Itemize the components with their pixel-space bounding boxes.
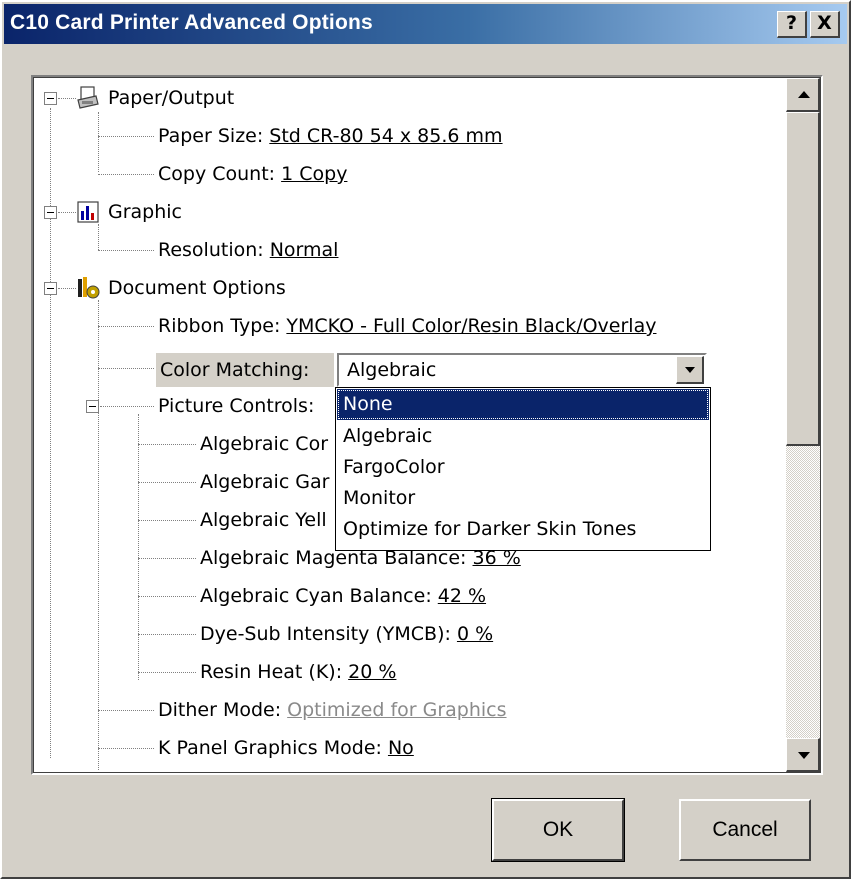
options-tree[interactable]: Paper/Output Paper Size: Std CR-80 54 x … [34, 78, 820, 772]
option-algebraic[interactable]: Algebraic [337, 421, 709, 452]
arrow-up-icon [798, 91, 810, 98]
vertical-scrollbar[interactable] [786, 78, 820, 772]
cyan-balance-label: Algebraic Cyan Balance: [200, 585, 438, 607]
tree-line [100, 406, 154, 407]
paper-size-label: Paper Size: [158, 125, 270, 147]
color-matching-select[interactable]: Algebraic [337, 353, 707, 387]
resin-heat-label: Resin Heat (K): [200, 661, 349, 683]
dither-mode-label: Dither Mode: [158, 699, 288, 721]
help-button[interactable]: ? [777, 11, 807, 38]
dither-mode-setting[interactable]: Dither Mode: Optimized for Graphics [158, 695, 507, 725]
option-monitor[interactable]: Monitor [337, 483, 709, 514]
k-panel-mode-value[interactable]: No [388, 737, 414, 759]
resin-heat-value[interactable]: 20 % [348, 661, 396, 683]
collapse-toggle[interactable] [44, 282, 57, 295]
tree-line [98, 224, 99, 250]
window-title: C10 Card Printer Advanced Options [10, 11, 373, 34]
options-tree-frame: Paper/Output Paper Size: Std CR-80 54 x … [31, 75, 823, 775]
resolution-value[interactable]: Normal [270, 239, 339, 261]
advanced-options-dialog: C10 Card Printer Advanced Options ? X Pa… [0, 0, 851, 879]
tree-line [98, 710, 154, 711]
tree-line [98, 368, 154, 369]
tree-line [58, 288, 76, 289]
title-bar[interactable]: C10 Card Printer Advanced Options ? X [4, 4, 847, 44]
tree-line [138, 444, 196, 445]
k-panel-mode-setting[interactable]: K Panel Graphics Mode: No [158, 733, 414, 763]
resolution-label: Resolution: [158, 239, 270, 261]
chevron-down-icon [685, 367, 695, 373]
document-options-icon [78, 277, 100, 299]
close-button[interactable]: X [810, 11, 840, 38]
arrow-down-icon [798, 752, 810, 759]
tree-line [138, 558, 196, 559]
tree-line [98, 300, 99, 770]
k-panel-mode-label: K Panel Graphics Mode: [158, 737, 388, 759]
dropdown-button[interactable] [676, 356, 704, 384]
ribbon-type-label: Ribbon Type: [158, 315, 287, 337]
option-none[interactable]: None [337, 389, 709, 420]
node-document-options[interactable]: Document Options [108, 273, 286, 303]
ribbon-type-value[interactable]: YMCKO - Full Color/Resin Black/Overlay [286, 315, 656, 337]
algebraic-gamma-setting[interactable]: Algebraic Gar [200, 467, 329, 497]
tree-line [98, 748, 154, 749]
scroll-thumb[interactable] [786, 112, 820, 446]
cyan-balance-setting[interactable]: Algebraic Cyan Balance: 42 % [200, 581, 486, 611]
node-paper-output[interactable]: Paper/Output [108, 83, 234, 113]
tree-line [138, 596, 196, 597]
paper-size-value[interactable]: Std CR-80 54 x 85.6 mm [269, 125, 502, 147]
tree-line [138, 482, 196, 483]
tree-line [138, 520, 196, 521]
dye-sub-intensity-value[interactable]: 0 % [457, 623, 493, 645]
tree-line [98, 136, 154, 137]
collapse-toggle[interactable] [44, 92, 57, 105]
resin-heat-setting[interactable]: Resin Heat (K): 20 % [200, 657, 396, 687]
copy-count-value[interactable]: 1 Copy [281, 163, 347, 185]
copy-count-setting[interactable]: Copy Count: 1 Copy [158, 159, 347, 189]
cancel-button[interactable]: Cancel [679, 799, 811, 861]
cyan-balance-value[interactable]: 42 % [438, 585, 486, 607]
collapse-toggle[interactable] [86, 400, 99, 413]
chart-icon [77, 201, 99, 223]
copy-count-label: Copy Count: [158, 163, 282, 185]
ribbon-type-setting[interactable]: Ribbon Type: YMCKO - Full Color/Resin Bl… [158, 311, 656, 341]
option-fargocolor[interactable]: FargoColor [337, 452, 709, 483]
dither-mode-value: Optimized for Graphics [287, 699, 507, 721]
tree-line [98, 174, 154, 175]
dye-sub-intensity-setting[interactable]: Dye-Sub Intensity (YMCB): 0 % [200, 619, 493, 649]
algebraic-contrast-setting[interactable]: Algebraic Cor [200, 429, 328, 459]
node-graphic[interactable]: Graphic [108, 197, 182, 227]
algebraic-yellow-setting[interactable]: Algebraic Yell [200, 505, 327, 535]
tree-line [138, 634, 196, 635]
tree-line [98, 112, 99, 172]
scroll-up-button[interactable] [786, 78, 820, 112]
tree-line [98, 326, 154, 327]
color-matching-value: Algebraic [347, 359, 437, 381]
resolution-setting[interactable]: Resolution: Normal [158, 235, 338, 265]
collapse-toggle[interactable] [44, 206, 57, 219]
option-darker-skin-tones[interactable]: Optimize for Darker Skin Tones [337, 514, 709, 545]
picture-controls-node[interactable]: Picture Controls: [158, 391, 314, 421]
color-matching-dropdown-list: None Algebraic FargoColor Monitor Optimi… [335, 387, 711, 551]
tree-line [58, 98, 76, 99]
printer-icon [77, 86, 99, 109]
color-matching-label: Color Matching: [156, 353, 334, 387]
tree-line [58, 212, 76, 213]
paper-size-setting[interactable]: Paper Size: Std CR-80 54 x 85.6 mm [158, 121, 503, 151]
scroll-down-button[interactable] [786, 738, 820, 772]
tree-line [98, 250, 154, 251]
tree-line [138, 672, 196, 673]
tree-line [138, 414, 139, 680]
ok-button[interactable]: OK [491, 798, 625, 862]
dye-sub-intensity-label: Dye-Sub Intensity (YMCB): [200, 623, 457, 645]
